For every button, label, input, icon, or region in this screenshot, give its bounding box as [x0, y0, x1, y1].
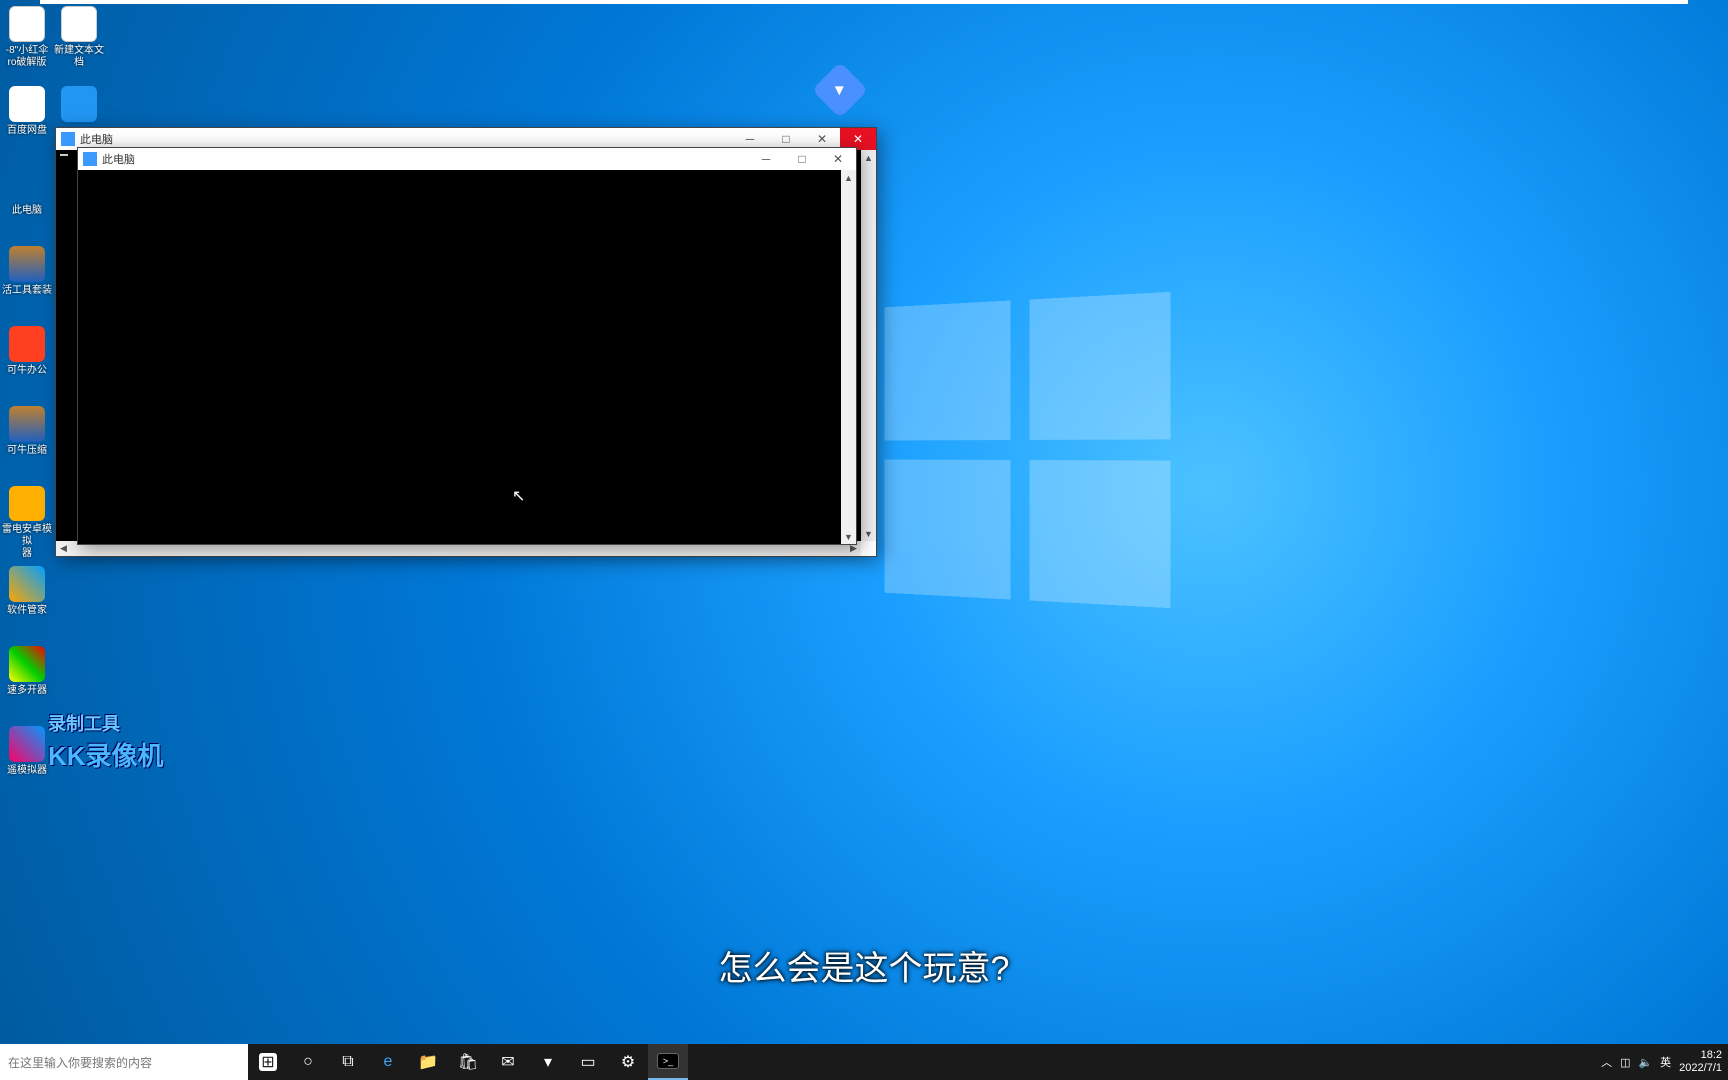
tray-network-icon[interactable]: ◫ — [1620, 1056, 1630, 1069]
taskbar-explorer-button[interactable]: 📁 — [408, 1044, 448, 1080]
keniubg-icon — [9, 326, 45, 362]
desktop-icon-label: 软件管家 — [7, 605, 47, 617]
taskbar[interactable]: 在这里输入你要搜索的内容 ⊞ ○ ⧉ e 📁 🛍 ✉ ▾ ▭ ⚙ >_ ︿ ◫ 🔈 英 18:2 2… — [0, 1044, 1728, 1080]
scrollbar-vertical[interactable]: ▲ ▼ — [841, 170, 856, 544]
desktop-icon-baidupan[interactable]: 百度网盘 — [0, 86, 54, 160]
explorer-window-front[interactable]: 此电脑 ─ □ ✕ ▲ ▼ — [77, 147, 857, 545]
desktop-icon-newtxt[interactable]: 新建文本文档 — [52, 6, 106, 80]
tray-clock[interactable]: 18:2 2022/7/1 — [1679, 1049, 1722, 1075]
window-title: 此电脑 — [102, 151, 135, 167]
watermark-line2: KK录像机 — [48, 736, 164, 773]
desktop-icon-label: -8"小红伞 ro破解版 — [6, 45, 48, 69]
desktop-icon-label: 百度网盘 — [7, 125, 47, 137]
terminal-cursor — [60, 154, 68, 156]
search-input[interactable]: 在这里输入你要搜索的内容 — [0, 1044, 248, 1080]
taskview-icon: ⧉ — [339, 1053, 357, 1071]
tray-ime-indicator[interactable]: 英 — [1660, 1054, 1671, 1070]
desktop-icon-multiopen[interactable]: 速多开器 — [0, 646, 54, 720]
xyplayer-icon — [9, 726, 45, 762]
keniuzip-icon — [9, 406, 45, 442]
taskbar-cortana-button[interactable]: ○ — [288, 1044, 328, 1080]
system-tray[interactable]: ︿ ◫ 🔈 英 18:2 2022/7/1 — [1595, 1044, 1728, 1080]
desktop-icon-appmgr[interactable]: 软件管家 — [0, 566, 54, 640]
start-icon: ⊞ — [259, 1053, 277, 1071]
scrollbar-vertical[interactable]: ▲ ▼ — [861, 150, 876, 541]
desktop-icon-label: 活工具套装 — [2, 285, 52, 297]
desktop-icon-keniubg[interactable]: 可牛办公 — [0, 326, 54, 400]
windows-logo-watermark — [884, 292, 1170, 608]
taskbar-store-button[interactable]: 🛍 — [448, 1044, 488, 1080]
ldplayer-icon — [9, 486, 45, 521]
minimize-button[interactable]: ─ — [748, 148, 784, 170]
xiaohongsan-icon — [9, 6, 45, 42]
store-icon: 🛍 — [459, 1053, 477, 1071]
top-edge-bar — [40, 0, 1688, 4]
pc-icon — [83, 152, 97, 166]
video-subtitle: 怎么会是这个玩意? — [0, 941, 1728, 990]
desktop-icon-label: 可牛压缩 — [7, 445, 47, 457]
thunder-icon — [61, 86, 97, 122]
taskbar-start-button[interactable]: ⊞ — [248, 1044, 288, 1080]
maximize-button[interactable]: □ — [784, 148, 820, 170]
desktop-icon-keniuzip[interactable]: 可牛压缩 — [0, 406, 54, 480]
close-button[interactable]: ✕ — [820, 148, 856, 170]
desktop-icon-label: 遥模拟器 — [7, 765, 47, 777]
tray-date: 2022/7/1 — [1679, 1062, 1722, 1075]
tray-time: 18:2 — [1679, 1049, 1722, 1062]
desktop-icon-ldplayer[interactable]: 雷电安卓模拟 器 — [0, 486, 54, 560]
window-content-black — [78, 170, 856, 544]
cmd-icon: >_ — [657, 1053, 679, 1069]
taskbar-edge-button[interactable]: e — [368, 1044, 408, 1080]
toolkit-icon — [9, 246, 45, 282]
titlebar[interactable]: 此电脑 ─ □ ✕ — [78, 148, 856, 170]
watermark-line1: 录制工具 — [48, 710, 164, 736]
desktop-icon-thispc[interactable]: 此电脑 — [0, 166, 54, 240]
mail-icon: ✉ — [499, 1053, 517, 1071]
scroll-up-icon[interactable]: ▲ — [861, 150, 876, 165]
desktop-icon-label: 可牛办公 — [7, 365, 47, 377]
taskbar-thunder-button[interactable]: ▾ — [528, 1044, 568, 1080]
multiopen-icon — [9, 646, 45, 682]
desktop-icon-label: 速多开器 — [7, 685, 47, 697]
taskbar-notes-button[interactable]: ▭ — [568, 1044, 608, 1080]
thunder-icon: ▾ — [539, 1053, 557, 1071]
desktop-icon-label: 新建文本文档 — [52, 45, 106, 69]
desktop-icon-xiaohongsan[interactable]: -8"小红伞 ro破解版 — [0, 6, 54, 80]
scroll-left-icon[interactable]: ◀ — [56, 541, 71, 556]
thispc-icon — [9, 166, 45, 202]
desktop-icon-label: 雷电安卓模拟 器 — [0, 524, 54, 560]
desktop-icons-col1: -8"小红伞 ro破解版百度网盘此电脑活工具套装可牛办公可牛压缩雷电安卓模拟 器… — [0, 6, 60, 806]
edge-icon: e — [379, 1053, 397, 1071]
taskbar-settings-button[interactable]: ⚙ — [608, 1044, 648, 1080]
pc-icon — [61, 132, 75, 146]
taskbar-cmd-button[interactable]: >_ — [648, 1044, 688, 1080]
recorder-watermark: 录制工具 KK录像机 — [48, 710, 164, 773]
notes-icon: ▭ — [579, 1053, 597, 1071]
taskbar-taskview-button[interactable]: ⧉ — [328, 1044, 368, 1080]
search-placeholder: 在这里输入你要搜索的内容 — [8, 1054, 152, 1071]
explorer-icon: 📁 — [419, 1053, 437, 1071]
scroll-down-icon[interactable]: ▼ — [841, 529, 856, 544]
window-title: 此电脑 — [80, 131, 113, 147]
baidupan-icon — [9, 86, 45, 122]
newtxt-icon — [61, 6, 97, 42]
desktop-icon-xyplayer[interactable]: 遥模拟器 — [0, 726, 54, 800]
taskbar-mail-button[interactable]: ✉ — [488, 1044, 528, 1080]
settings-icon: ⚙ — [619, 1053, 637, 1071]
appmgr-icon — [9, 566, 45, 602]
tray-volume-icon[interactable]: 🔈 — [1638, 1056, 1652, 1069]
scroll-up-icon[interactable]: ▲ — [841, 170, 856, 185]
desktop-icon-toolkit[interactable]: 活工具套装 — [0, 246, 54, 320]
cortana-icon: ○ — [299, 1053, 317, 1071]
tray-chevron-icon[interactable]: ︿ — [1601, 1054, 1612, 1070]
scroll-down-icon[interactable]: ▼ — [861, 526, 876, 541]
desktop-icon-label: 此电脑 — [12, 205, 42, 217]
